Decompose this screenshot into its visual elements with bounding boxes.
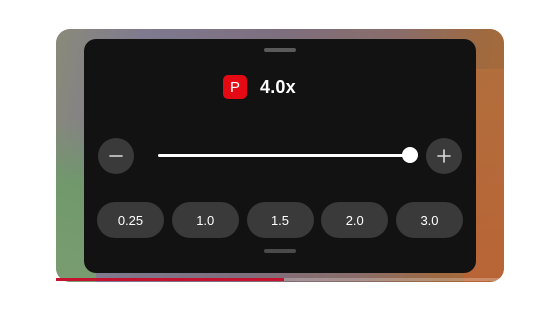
preset-speed-2.0[interactable]: 2.0 xyxy=(321,202,389,238)
preset-speed-1.0[interactable]: 1.0 xyxy=(171,202,239,238)
current-speed-label: 4.0x xyxy=(260,76,296,97)
speed-presets: 0.25 1.0 1.5 2.0 3.0 xyxy=(97,202,463,238)
decrease-speed-button[interactable] xyxy=(98,138,134,174)
drag-handle-top[interactable] xyxy=(264,48,296,52)
plus-icon xyxy=(437,149,451,163)
video-progress-fill xyxy=(56,278,284,281)
speed-slider-thumb[interactable] xyxy=(402,147,418,163)
minus-icon xyxy=(109,155,123,157)
video-progress-bar[interactable] xyxy=(56,278,504,281)
playback-speed-panel: P 4.0x 0.25 1.0 1.5 2.0 3.0 xyxy=(84,39,476,273)
app-logo: P xyxy=(223,75,247,99)
preset-speed-0.25[interactable]: 0.25 xyxy=(97,202,164,238)
speed-slider-fill xyxy=(158,154,410,157)
preset-speed-1.5[interactable]: 1.5 xyxy=(246,202,314,238)
speed-slider[interactable] xyxy=(158,146,418,166)
drag-handle-bottom[interactable] xyxy=(264,249,296,253)
speed-header: P 4.0x xyxy=(223,75,296,99)
preset-speed-3.0[interactable]: 3.0 xyxy=(396,202,463,238)
increase-speed-button[interactable] xyxy=(426,138,462,174)
